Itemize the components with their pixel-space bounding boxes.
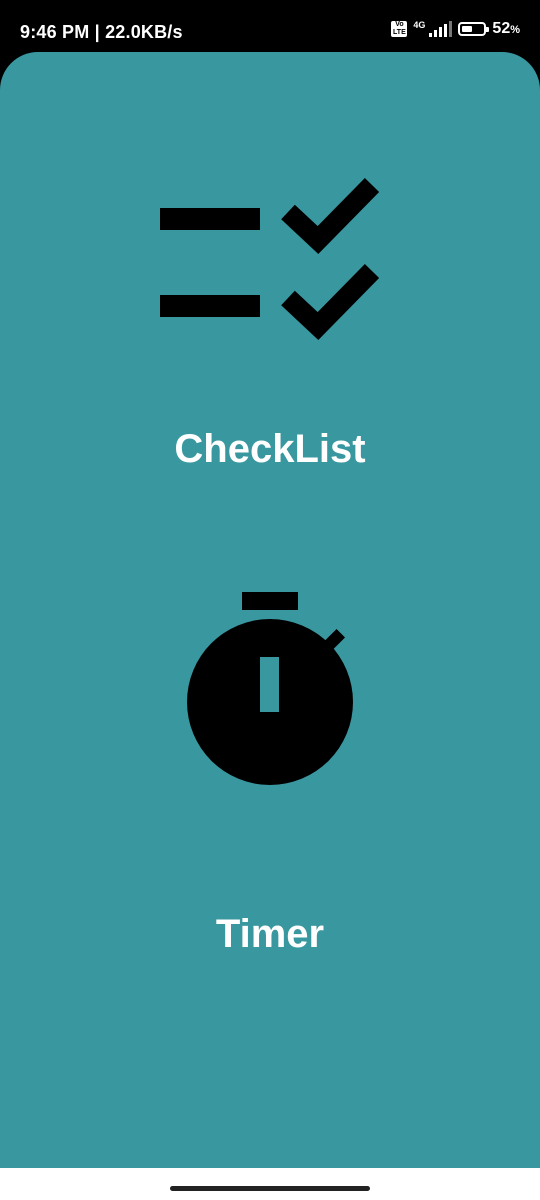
battery-tip xyxy=(486,27,490,32)
checklist-button[interactable]: CheckList xyxy=(0,172,540,472)
battery-icon xyxy=(458,22,490,36)
timer-label: Timer xyxy=(215,912,325,956)
battery-fill xyxy=(462,26,473,32)
navigation-bar xyxy=(0,1168,540,1200)
network-type: 4G xyxy=(413,20,426,30)
main-panel: CheckList Timer xyxy=(0,52,540,1168)
home-indicator[interactable] xyxy=(170,1186,370,1191)
status-time-speed: 9:46 PM | 22.0KB/s xyxy=(20,22,183,42)
signal-strength-icon xyxy=(429,21,453,37)
battery-percent: 52% xyxy=(492,20,520,37)
status-icons: Vo LTE 4G 52% xyxy=(391,20,520,38)
status-bar: 9:46 PM | 22.0KB/s Vo LTE 4G 52% xyxy=(0,0,540,52)
stopwatch-icon xyxy=(187,592,353,785)
checklist-label: CheckList xyxy=(174,427,366,471)
volte-icon: Vo LTE xyxy=(391,21,408,37)
timer-button[interactable]: Timer xyxy=(0,587,540,956)
checklist-icon xyxy=(160,177,380,340)
